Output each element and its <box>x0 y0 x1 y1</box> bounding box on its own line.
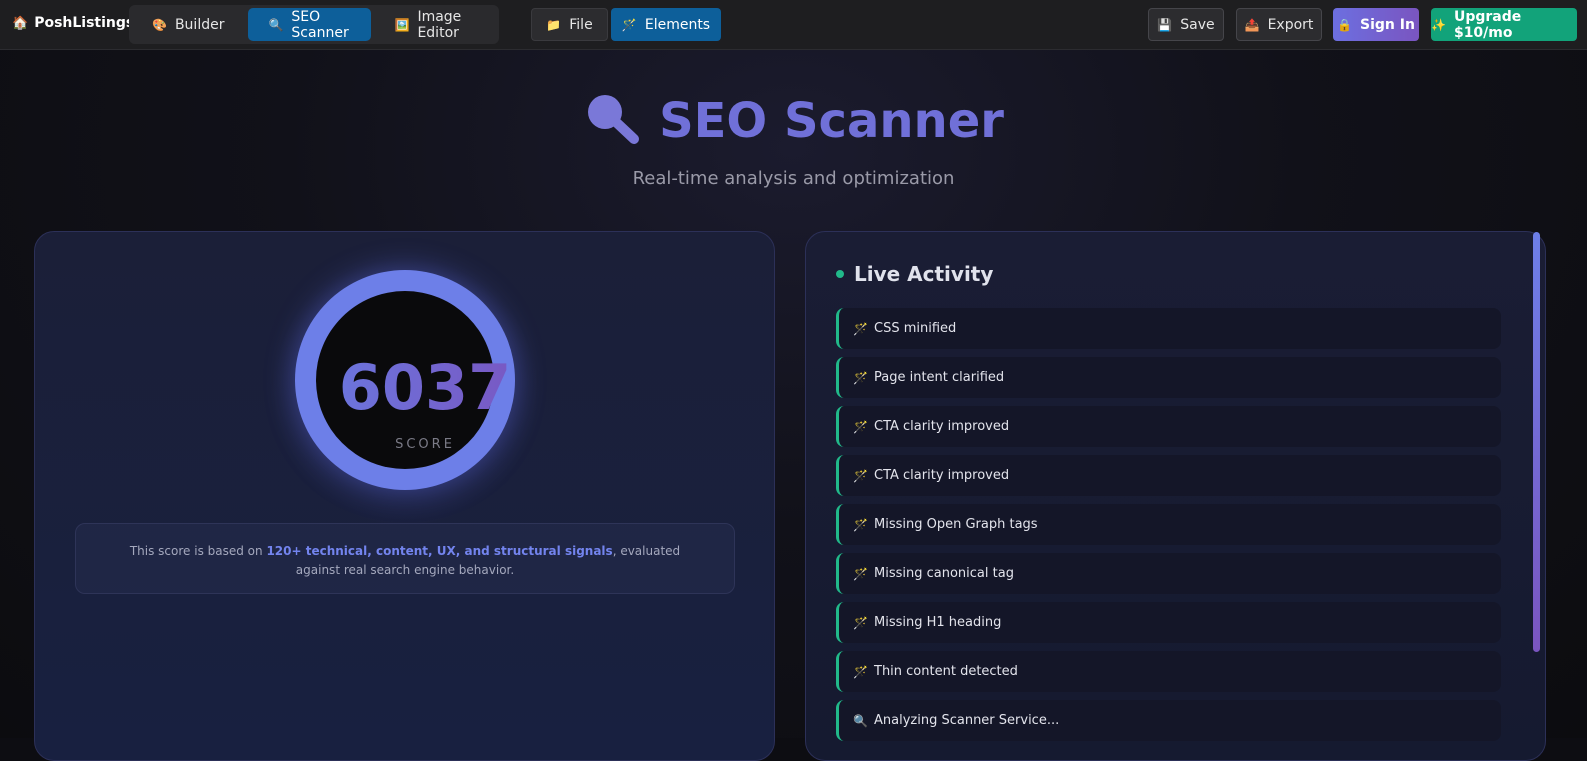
activity-text: CTA clarity improved <box>874 419 1010 434</box>
tab-builder-label: Builder <box>174 16 225 33</box>
page-title: SEO Scanner <box>659 93 1004 149</box>
activity-item: 🪄 Missing canonical tag <box>836 553 1501 594</box>
lock-icon: 🔒 <box>1337 17 1353 32</box>
magic-wand-icon: 🪄 <box>853 321 868 336</box>
file-button[interactable]: 📁 File <box>531 8 608 41</box>
activity-text: Missing H1 heading <box>874 615 1002 630</box>
export-button-label: Export <box>1267 16 1314 33</box>
magic-wand-icon: 🪄 <box>853 566 868 581</box>
activity-text: Analyzing Scanner Service... <box>874 713 1060 728</box>
activity-text: CSS minified <box>874 321 957 336</box>
activity-text: CTA clarity improved <box>874 468 1010 483</box>
save-button-label: Save <box>1180 16 1215 33</box>
magnifier-icon <box>583 92 641 150</box>
magic-wand-icon: 🪄 <box>853 419 868 434</box>
score-description: This score is based on 120+ technical, c… <box>75 523 735 594</box>
activity-text: Missing Open Graph tags <box>874 517 1038 532</box>
activity-item: 🪄 CTA clarity improved <box>836 455 1501 496</box>
file-button-label: File <box>569 16 593 33</box>
magic-wand-icon: 🪄 <box>853 615 868 630</box>
score-label: SCORE <box>395 437 455 452</box>
elements-button-label: Elements <box>644 16 711 33</box>
activity-feed: 🪄 CSS minified 🪄 Page intent clarified 🪄… <box>836 308 1501 749</box>
elements-button[interactable]: 🪄 Elements <box>611 8 721 41</box>
magic-wand-icon: 🪄 <box>853 517 868 532</box>
activity-item: 🪄 Page intent clarified <box>836 357 1501 398</box>
sign-in-button[interactable]: 🔒 Sign In <box>1333 8 1419 41</box>
mode-tabs: 🎨 Builder 🔍 SEO Scanner 🖼️ Image Editor <box>129 5 499 44</box>
activity-item: 🔍 Analyzing Scanner Service... <box>836 700 1501 741</box>
activity-item: 🪄 CSS minified <box>836 308 1501 349</box>
score-gauge-inner: 6037 SCORE <box>316 291 511 469</box>
score-note-highlight: 120+ technical, content, UX, and structu… <box>266 544 613 558</box>
palette-icon: 🎨 <box>152 17 167 32</box>
sparkles-icon: ✨ <box>1431 17 1446 32</box>
tab-image-editor-label: Image Editor <box>417 8 462 41</box>
image-icon: 🖼️ <box>394 17 410 32</box>
activity-scrollbar[interactable] <box>1533 232 1540 652</box>
save-button[interactable]: 💾 Save <box>1148 8 1224 41</box>
activity-item: 🪄 Missing Open Graph tags <box>836 504 1501 545</box>
activity-text: Page intent clarified <box>874 370 1005 385</box>
activity-item: 🪄 Missing H1 heading <box>836 602 1501 643</box>
brand[interactable]: 🏠 PoshListings <box>12 15 134 31</box>
magic-wand-icon: 🪄 <box>853 664 868 679</box>
live-activity-header: Live Activity <box>836 262 993 286</box>
score-gauge: 6037 SCORE <box>295 270 515 490</box>
activity-text: Thin content detected <box>874 664 1018 679</box>
search-icon: 🔍 <box>268 17 284 32</box>
score-panel: 6037 SCORE This score is based on 120+ t… <box>34 231 775 761</box>
tab-image-editor[interactable]: 🖼️ Image Editor <box>375 8 497 41</box>
outbox-icon: 📤 <box>1244 17 1260 32</box>
magic-wand-icon: 🪄 <box>853 468 868 483</box>
tab-seo-scanner[interactable]: 🔍 SEO Scanner <box>248 8 371 41</box>
activity-text: Missing canonical tag <box>874 566 1014 581</box>
sign-in-button-label: Sign In <box>1360 16 1415 33</box>
upgrade-button[interactable]: ✨ Upgrade $10/mo <box>1431 8 1577 41</box>
score-value: 6037 <box>316 357 534 419</box>
home-icon: 🏠 <box>12 15 29 31</box>
top-bar: 🏠 PoshListings 🎨 Builder 🔍 SEO Scanner 🖼… <box>0 0 1587 50</box>
search-icon: 🔍 <box>853 713 868 728</box>
tab-seo-scanner-label: SEO Scanner <box>291 8 349 41</box>
tab-builder[interactable]: 🎨 Builder <box>132 8 244 41</box>
magic-wand-icon: 🪄 <box>853 370 868 385</box>
brand-name: PoshListings <box>34 15 135 31</box>
magic-wand-icon: 🪄 <box>621 17 637 32</box>
live-activity-title: Live Activity <box>854 262 994 286</box>
folder-icon: 📁 <box>546 17 562 32</box>
export-button[interactable]: 📤 Export <box>1236 8 1322 41</box>
floppy-disk-icon: 💾 <box>1157 17 1173 32</box>
activity-item: 🪄 CTA clarity improved <box>836 406 1501 447</box>
activity-item: 🪄 Thin content detected <box>836 651 1501 692</box>
page-header: SEO Scanner <box>0 92 1587 150</box>
live-activity-panel: Live Activity 🪄 CSS minified 🪄 Page inte… <box>805 231 1546 761</box>
score-note-prefix: This score is based on <box>129 544 267 558</box>
live-status-dot <box>836 270 844 278</box>
page-subtitle: Real-time analysis and optimization <box>632 168 955 189</box>
upgrade-button-label: Upgrade $10/mo <box>1453 8 1522 41</box>
